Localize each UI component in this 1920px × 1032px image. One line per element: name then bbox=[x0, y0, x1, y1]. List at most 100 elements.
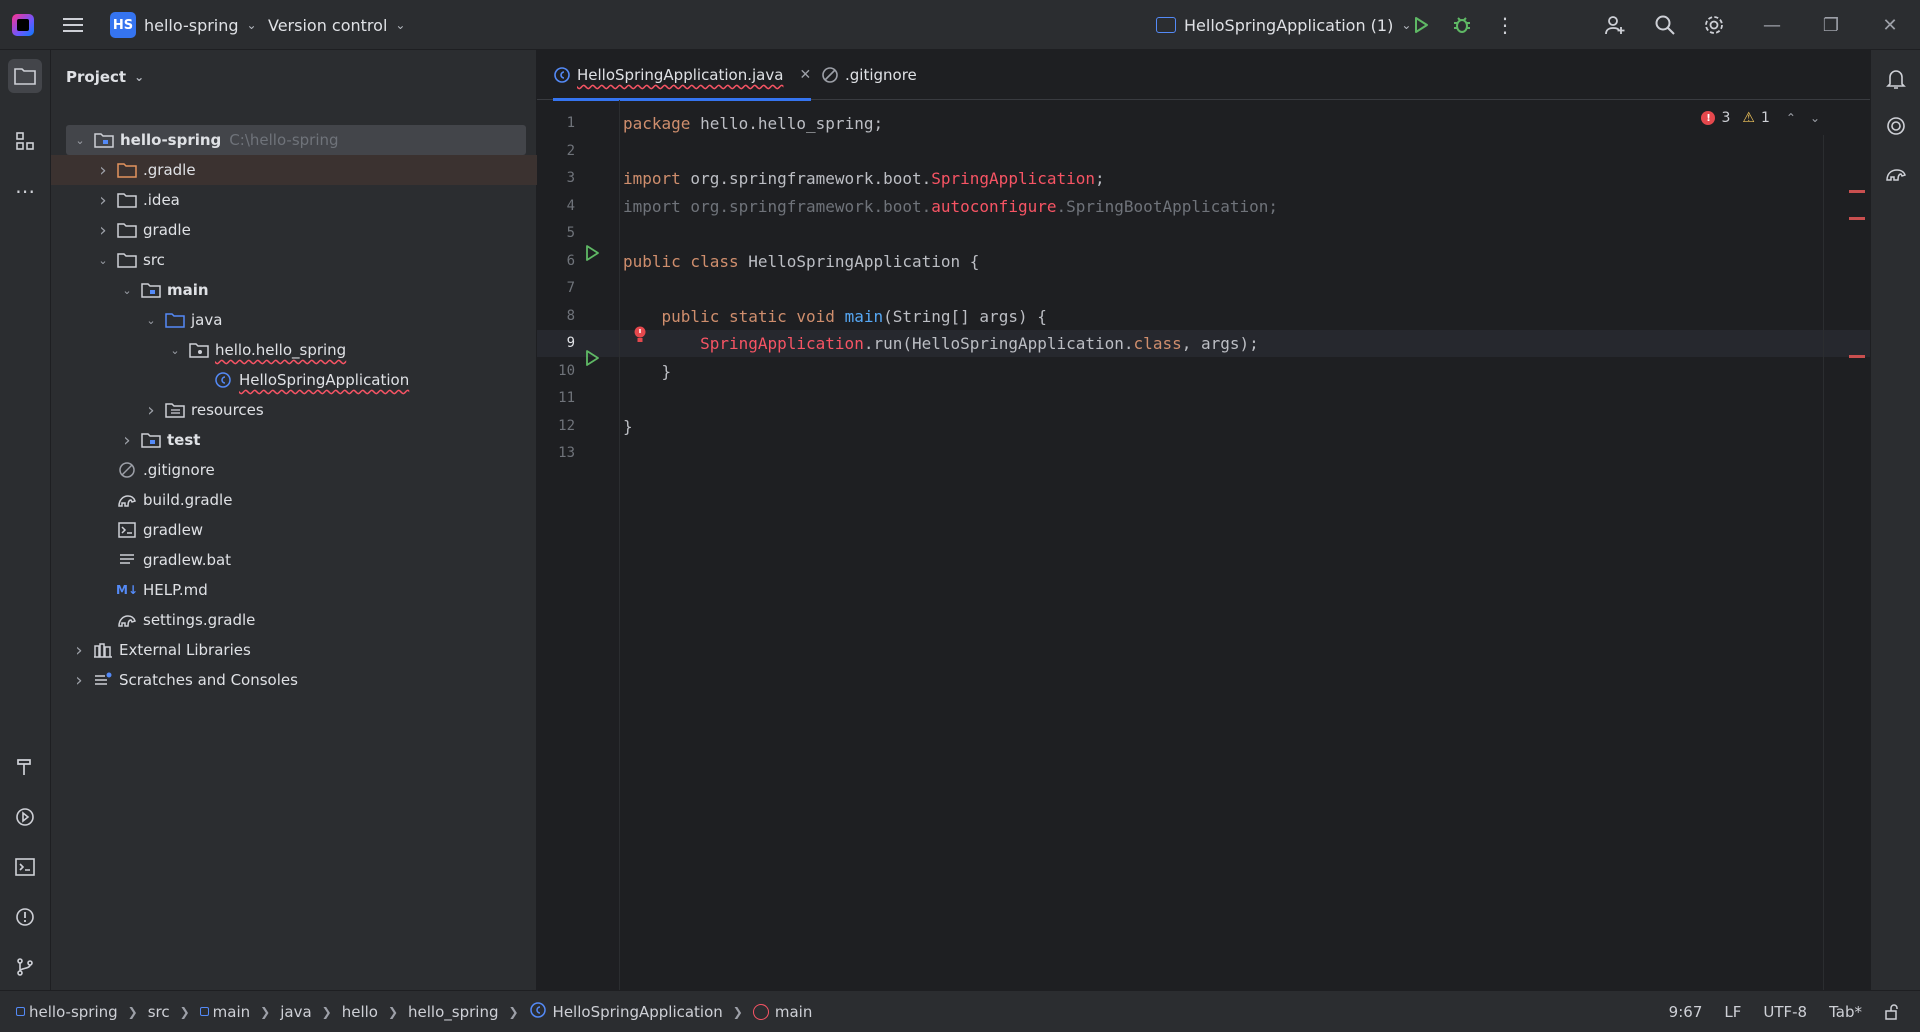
code-line[interactable]: public class HelloSpringApplication { bbox=[623, 248, 979, 275]
tree-item[interactable]: › resources bbox=[51, 395, 537, 425]
more-actions-icon[interactable]: ⋮ bbox=[1492, 0, 1518, 50]
caret-position[interactable]: 9:67 bbox=[1669, 1003, 1703, 1021]
project-tool-button[interactable] bbox=[8, 59, 42, 93]
more-tools-icon[interactable]: ⋯ bbox=[8, 174, 42, 208]
chevron-down-icon[interactable]: ⌄ bbox=[143, 314, 159, 327]
inspection-widget[interactable]: ! 3 ⚠ 1 ⌃ ⌄ bbox=[1701, 110, 1820, 126]
project-panel-header[interactable]: Project ⌄ bbox=[66, 68, 144, 86]
code-line[interactable]: public static void main(String[] args) { bbox=[623, 303, 1047, 330]
search-button[interactable] bbox=[1650, 0, 1680, 50]
terminal-tool-button[interactable] bbox=[8, 850, 42, 884]
breadcrumb-item[interactable]: src bbox=[148, 1003, 170, 1021]
error-bulb-icon[interactable] bbox=[632, 325, 648, 345]
notifications-button[interactable] bbox=[1879, 62, 1913, 96]
tree-item[interactable]: settings.gradle bbox=[51, 605, 537, 635]
tree-item[interactable]: M↓ HELP.md bbox=[51, 575, 537, 605]
problems-tool-button[interactable] bbox=[8, 900, 42, 934]
tree-item[interactable]: ⌄ src bbox=[51, 245, 537, 275]
tree-item[interactable]: › test bbox=[51, 425, 537, 455]
chevron-down-icon[interactable]: ⌄ bbox=[72, 134, 88, 147]
close-icon[interactable]: ✕ bbox=[799, 67, 811, 83]
debug-button[interactable] bbox=[1449, 0, 1475, 50]
breadcrumb-label: src bbox=[147, 1002, 170, 1021]
build-tool-button[interactable] bbox=[8, 750, 42, 784]
indent-setting[interactable]: Tab* bbox=[1829, 1003, 1862, 1021]
tree-item-label: resources bbox=[191, 401, 264, 419]
chevron-right-icon[interactable]: › bbox=[71, 640, 87, 661]
tree-item[interactable]: ⌄ hello-spring C:\hello-spring bbox=[66, 125, 526, 155]
breadcrumb-item[interactable]: main bbox=[199, 1003, 250, 1021]
structure-tool-button[interactable] bbox=[8, 124, 42, 158]
chevron-right-icon[interactable]: › bbox=[95, 190, 111, 211]
tab-hellospringapplication[interactable]: HelloSpringApplication.java ✕ bbox=[553, 50, 812, 101]
breadcrumb-label: java bbox=[280, 1002, 312, 1021]
main-menu-button[interactable] bbox=[58, 0, 88, 50]
run-config-selector[interactable]: HelloSpringApplication (1) ⌄ bbox=[1156, 0, 1411, 50]
tree-item[interactable]: gradlew bbox=[51, 515, 537, 545]
tree-item[interactable]: › Scratches and Consoles bbox=[51, 665, 537, 695]
run-gutter-icon[interactable] bbox=[584, 350, 600, 366]
chevron-down-icon[interactable]: ⌄ bbox=[119, 284, 135, 297]
code-line[interactable]: } bbox=[623, 358, 672, 385]
file-encoding[interactable]: UTF-8 bbox=[1763, 1003, 1807, 1021]
tree-item[interactable]: ⌄ hello.hello_spring bbox=[51, 335, 537, 365]
tree-item[interactable]: › .idea bbox=[51, 185, 537, 215]
tree-item[interactable]: › .gradle bbox=[51, 155, 537, 185]
chevron-right-icon[interactable]: › bbox=[119, 430, 135, 451]
tab-gitignore[interactable]: .gitignore bbox=[821, 50, 917, 100]
line-separator[interactable]: LF bbox=[1724, 1003, 1741, 1021]
chevron-down-icon[interactable]: ⌄ bbox=[95, 254, 111, 267]
code-line[interactable]: SpringApplication.run(HelloSpringApplica… bbox=[623, 330, 1259, 357]
code-line[interactable]: import org.springframework.boot.autoconf… bbox=[623, 193, 1278, 220]
close-button[interactable]: ✕ bbox=[1870, 0, 1910, 50]
tree-item[interactable]: › gradle bbox=[51, 215, 537, 245]
breadcrumb-item[interactable]: main bbox=[752, 1003, 812, 1021]
error-stripe-mark[interactable] bbox=[1849, 190, 1865, 193]
minimize-button[interactable]: — bbox=[1752, 0, 1792, 50]
scratches-icon bbox=[93, 671, 113, 689]
tree-item[interactable]: ⌄ main bbox=[51, 275, 537, 305]
gradle-tool-button[interactable] bbox=[1879, 157, 1913, 191]
breadcrumb-item[interactable]: hello_spring bbox=[408, 1003, 498, 1021]
git-tool-button[interactable] bbox=[8, 950, 42, 984]
tree-item[interactable]: › External Libraries bbox=[51, 635, 537, 665]
app-logo-icon[interactable] bbox=[12, 0, 38, 50]
services-tool-button[interactable] bbox=[8, 800, 42, 834]
breadcrumb-item[interactable]: hello bbox=[342, 1003, 378, 1021]
chevron-up-icon[interactable]: ⌃ bbox=[1786, 111, 1796, 125]
version-control-menu[interactable]: Version control ⌄ bbox=[268, 0, 405, 50]
chevron-right-icon[interactable]: › bbox=[95, 220, 111, 241]
restore-button[interactable]: ❐ bbox=[1811, 0, 1851, 50]
code-line[interactable]: import org.springframework.boot.SpringAp… bbox=[623, 165, 1105, 192]
code-line[interactable]: } bbox=[623, 413, 633, 440]
chevron-right-icon[interactable]: › bbox=[95, 160, 111, 181]
error-stripe-mark[interactable] bbox=[1849, 355, 1865, 358]
tree-item-label: gradlew.bat bbox=[143, 551, 232, 569]
breadcrumb-item[interactable]: hello-spring bbox=[16, 1003, 118, 1021]
breadcrumb-item[interactable]: HelloSpringApplication bbox=[529, 1001, 723, 1023]
tree-item[interactable]: build.gradle bbox=[51, 485, 537, 515]
error-stripe-mark[interactable] bbox=[1849, 217, 1865, 220]
terminal-icon bbox=[15, 858, 35, 876]
chevron-down-icon[interactable]: ⌄ bbox=[1810, 111, 1820, 125]
tree-item-label: External Libraries bbox=[119, 641, 251, 659]
tree-item[interactable]: ⌄ java bbox=[51, 305, 537, 335]
chevron-down-icon[interactable]: ⌄ bbox=[167, 344, 183, 357]
code-line[interactable]: package hello.hello_spring; bbox=[623, 110, 883, 137]
add-user-button[interactable] bbox=[1600, 0, 1630, 50]
tree-item[interactable]: HelloSpringApplication bbox=[51, 365, 537, 395]
tree-item-label: HelloSpringApplication bbox=[239, 371, 410, 389]
run-gutter-icon[interactable] bbox=[584, 245, 600, 261]
breadcrumb-item[interactable]: java bbox=[280, 1003, 311, 1021]
breadcrumb-label: HelloSpringApplication bbox=[552, 1002, 723, 1021]
chevron-right-icon[interactable]: › bbox=[71, 670, 87, 691]
tree-item[interactable]: gradlew.bat bbox=[51, 545, 537, 575]
ai-assistant-button[interactable] bbox=[1879, 109, 1913, 143]
lock-icon[interactable] bbox=[1884, 1004, 1900, 1020]
tree-item[interactable]: .gitignore bbox=[51, 455, 537, 485]
chevron-right-icon[interactable]: › bbox=[143, 400, 159, 421]
project-switcher[interactable]: HS hello-spring ⌄ bbox=[110, 0, 257, 50]
settings-button[interactable] bbox=[1699, 0, 1729, 50]
run-button[interactable] bbox=[1408, 0, 1434, 50]
code-token: import bbox=[623, 169, 681, 188]
